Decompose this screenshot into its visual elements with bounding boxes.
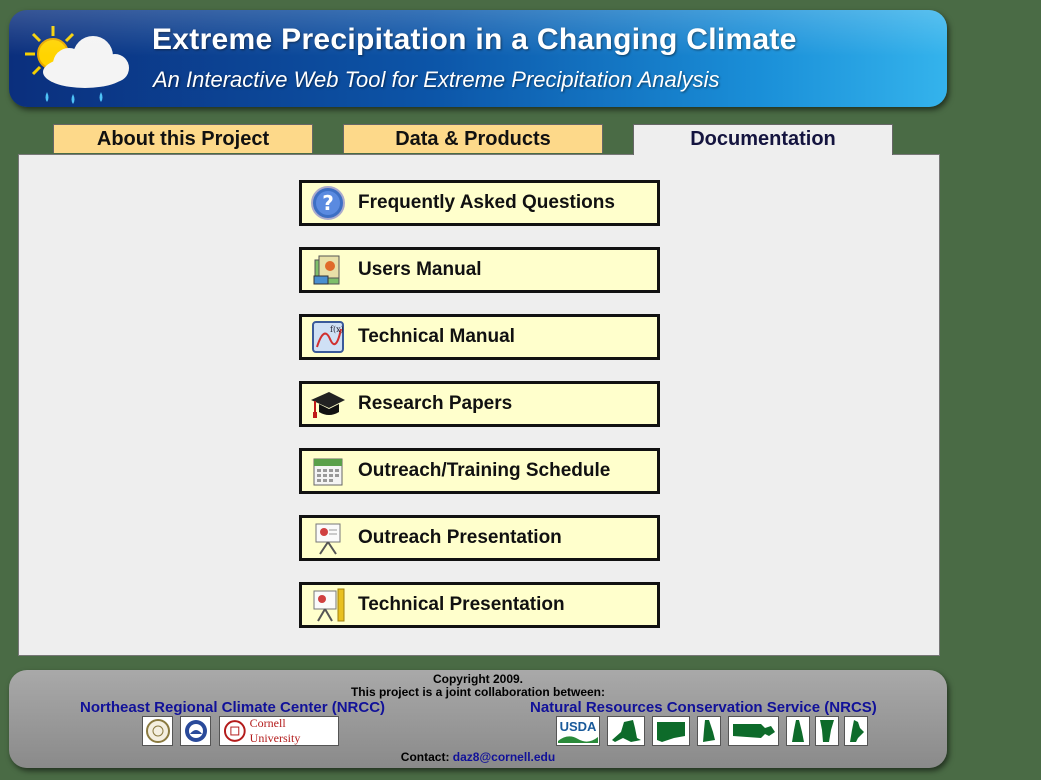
- massachusetts-state-icon[interactable]: [728, 716, 779, 746]
- faq-button[interactable]: ? Frequently Asked Questions: [299, 180, 660, 226]
- nrcc-link[interactable]: Northeast Regional Climate Center (NRCC): [80, 699, 385, 716]
- svg-text:f(x): f(x): [330, 325, 344, 334]
- presentation-easel-icon: [308, 586, 348, 624]
- contact-line: Contact: daz8@cornell.edu: [9, 750, 947, 764]
- technical-manual-label: Technical Manual: [358, 326, 515, 347]
- svg-text:?: ?: [322, 191, 334, 215]
- collaboration-text: This project is a joint collaboration be…: [350, 685, 606, 699]
- calendar-icon: [308, 452, 348, 490]
- new-hampshire-state-icon[interactable]: [697, 716, 721, 746]
- technical-manual-button[interactable]: f(x) Technical Manual: [299, 314, 660, 360]
- nws-logo[interactable]: [180, 716, 211, 746]
- cornell-university-logo[interactable]: Cornell University: [219, 716, 339, 746]
- outreach-training-schedule-button[interactable]: Outreach/Training Schedule: [299, 448, 660, 494]
- noaa-ncdc-logo[interactable]: [142, 716, 173, 746]
- site-footer: Copyright 2009. This project is a joint …: [9, 670, 947, 768]
- technical-presentation-label: Technical Presentation: [358, 594, 565, 615]
- research-papers-label: Research Papers: [358, 393, 513, 414]
- cornell-university-text: Cornell University: [249, 716, 301, 745]
- nrcs-link[interactable]: Natural Resources Conservation Service (…: [530, 699, 877, 716]
- tab-documentation[interactable]: Documentation: [633, 124, 893, 155]
- copyright-text: Copyright 2009.: [432, 672, 524, 686]
- users-manual-button[interactable]: Users Manual: [299, 247, 660, 293]
- faq-label: Frequently Asked Questions: [358, 192, 615, 213]
- contact-email-link[interactable]: daz8@cornell.edu: [453, 750, 555, 764]
- new-york-state-icon[interactable]: [607, 716, 645, 746]
- manual-icon: [308, 251, 348, 289]
- maine-state-icon[interactable]: [844, 716, 868, 746]
- contact-label: Contact:: [400, 750, 450, 764]
- new-hampshire-state-icon[interactable]: [786, 716, 810, 746]
- page-title: Extreme Precipitation in a Changing Clim…: [152, 23, 797, 56]
- research-papers-button[interactable]: Research Papers: [299, 381, 660, 427]
- sun-cloud-rain-icon: [23, 24, 143, 107]
- outreach-presentation-button[interactable]: Outreach Presentation: [299, 515, 660, 561]
- usda-logo[interactable]: USDA: [556, 716, 600, 746]
- connecticut-state-icon[interactable]: [652, 716, 690, 746]
- tab-data-products[interactable]: Data & Products: [343, 124, 603, 153]
- usda-logo-text: USDA: [559, 718, 597, 734]
- site-header: Extreme Precipitation in a Changing Clim…: [9, 10, 947, 107]
- question-icon: ?: [308, 184, 348, 222]
- technical-presentation-button[interactable]: Technical Presentation: [299, 582, 660, 628]
- page-subtitle: An Interactive Web Tool for Extreme Prec…: [153, 67, 720, 92]
- users-manual-label: Users Manual: [358, 259, 482, 280]
- presentation-easel-icon: [308, 519, 348, 557]
- graduation-cap-icon: [308, 385, 348, 423]
- vermont-state-icon[interactable]: [815, 716, 839, 746]
- tab-about-this-project[interactable]: About this Project: [53, 124, 313, 153]
- outreach-training-schedule-label: Outreach/Training Schedule: [358, 460, 611, 481]
- function-graph-icon: f(x): [308, 318, 348, 356]
- outreach-presentation-label: Outreach Presentation: [358, 527, 562, 548]
